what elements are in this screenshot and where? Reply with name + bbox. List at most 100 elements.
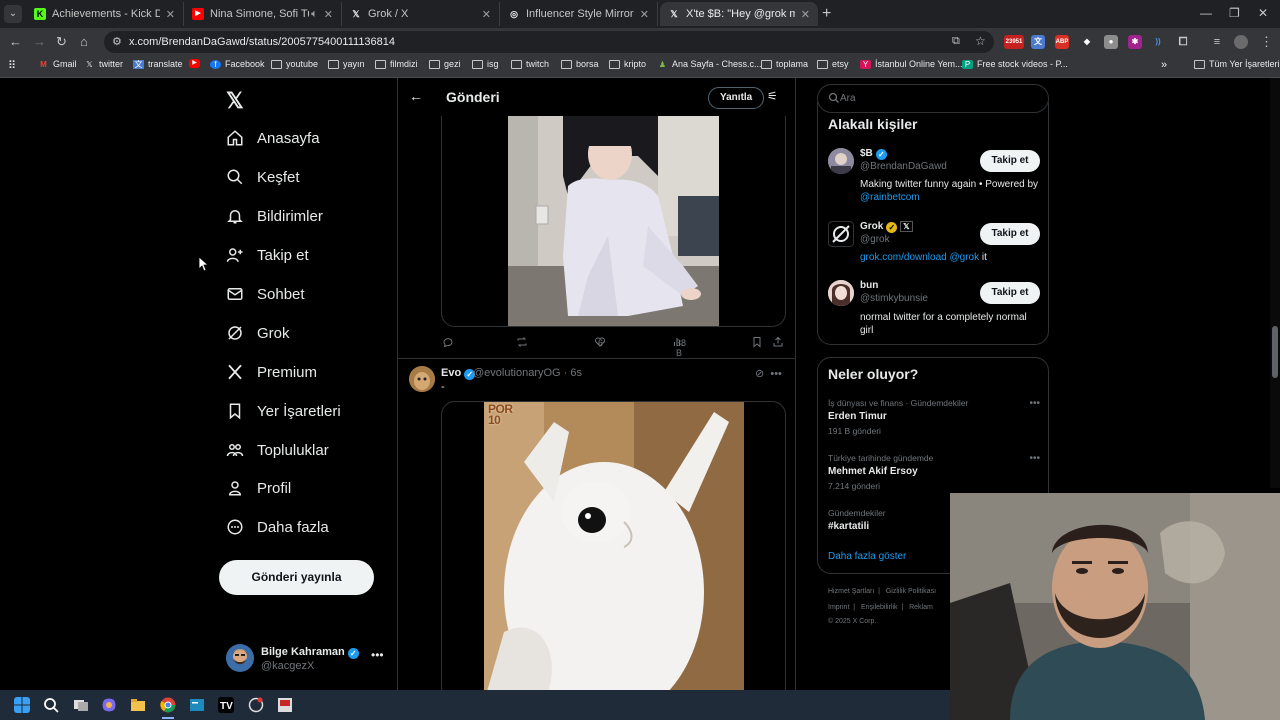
bookmark-folder-youtube[interactable]: youtube bbox=[271, 59, 318, 69]
bookmark-translate[interactable]: 文 translate bbox=[133, 59, 183, 69]
person-bun[interactable]: bun @stimkybunsie Takip et normal twitte… bbox=[828, 280, 1040, 340]
footer-link[interactable]: Imprint bbox=[828, 604, 849, 611]
install-app-icon[interactable]: ⧉ bbox=[952, 35, 960, 48]
more-bookmarks-chevron-icon[interactable]: » bbox=[1161, 59, 1167, 71]
more-options-icon[interactable]: ••• bbox=[770, 368, 782, 380]
settings-sliders-icon[interactable]: ⚟ bbox=[767, 89, 778, 103]
bio-link[interactable]: @grok bbox=[950, 252, 980, 263]
post-button[interactable]: Gönderi yayınla bbox=[219, 560, 374, 595]
tab-influencer[interactable]: ◎ Influencer Style Mirror Selfie Im ✕ bbox=[500, 2, 658, 26]
nav-notifications[interactable]: Bildirimler bbox=[226, 207, 323, 225]
close-tab-icon[interactable]: ✕ bbox=[166, 8, 175, 21]
tab-search-button[interactable]: ⌄ bbox=[4, 5, 22, 23]
bookmark-stock-videos[interactable]: P Free stock videos - P... bbox=[962, 59, 1068, 69]
bookmark-folder-toplama[interactable]: toplama bbox=[761, 59, 808, 69]
x-logo-icon[interactable]: 𝕏 bbox=[226, 88, 244, 114]
extension-icon[interactable]: ● bbox=[1104, 35, 1118, 49]
bookmark-folder-yayin[interactable]: yayın bbox=[328, 59, 365, 69]
footer-link[interactable]: Reklam bbox=[909, 604, 933, 611]
person-sb[interactable]: $B ✓ @BrendanDaGawd Takip et Making twitt… bbox=[828, 148, 1040, 208]
app-icon[interactable] bbox=[248, 697, 264, 713]
account-switcher[interactable]: Bilge Kahraman ✓ @kacgezX ••• bbox=[226, 644, 386, 674]
terminal-icon[interactable] bbox=[189, 697, 205, 713]
nav-bookmarks[interactable]: Yer İşaretleri bbox=[226, 402, 341, 420]
tab-youtube-music[interactable]: ▶ Nina Simone, Sofi Tukker - 🔈︎ ✕ bbox=[184, 2, 342, 26]
close-tab-icon[interactable]: ✕ bbox=[801, 8, 810, 21]
footer-link[interactable]: Hizmet Şartları bbox=[828, 588, 874, 595]
apps-grid-icon[interactable]: ⠿ bbox=[8, 59, 16, 72]
bookmark-facebook[interactable]: f Facebook bbox=[210, 59, 265, 69]
nav-more[interactable]: Daha fazla bbox=[226, 518, 329, 536]
tab-grok[interactable]: 𝕏 Grok / X ✕ bbox=[342, 2, 500, 26]
nav-explore[interactable]: Keşfet bbox=[226, 168, 300, 186]
post-media-image[interactable] bbox=[441, 116, 786, 327]
close-tab-icon[interactable]: ✕ bbox=[324, 8, 333, 21]
bio-link[interactable]: @rainbetcom bbox=[860, 192, 920, 203]
bookmark-folder-filmdizi[interactable]: filmdizi bbox=[375, 59, 418, 69]
chrome-icon[interactable] bbox=[160, 697, 176, 713]
nav-messages[interactable]: Sohbet bbox=[226, 285, 305, 303]
bookmark-istanbul[interactable]: Y İstanbul Online Yem... bbox=[860, 59, 963, 69]
tab-active-post[interactable]: 𝕏 X'te $B: "Hey @grok make her ✕ bbox=[660, 2, 818, 26]
profile-avatar[interactable] bbox=[1234, 35, 1248, 49]
back-arrow-icon[interactable]: ← bbox=[409, 88, 423, 104]
address-bar[interactable]: ⚙ x.com/BrendanDaGawd/status/20057754001… bbox=[104, 31, 994, 53]
bookmark-twitter[interactable]: 𝕏twitter bbox=[84, 59, 123, 69]
author-handle[interactable]: @evolutionaryOG bbox=[473, 367, 561, 379]
file-explorer-icon[interactable] bbox=[130, 697, 146, 713]
extensions-puzzle-icon[interactable]: ⧠ bbox=[1176, 35, 1190, 49]
badge-extension-icon[interactable]: 23951 bbox=[1004, 35, 1024, 49]
trend-item[interactable]: Türkiye tarihinde gündemde Mehmet Akif E… bbox=[828, 453, 1040, 491]
more-options-icon[interactable]: ••• bbox=[1029, 453, 1040, 464]
back-arrow-icon[interactable]: ← bbox=[9, 34, 22, 49]
bookmark-all[interactable]: Tüm Yer İşaretleri bbox=[1194, 59, 1280, 69]
translate-extension-icon[interactable]: 文 bbox=[1031, 35, 1045, 49]
tweet-media-image[interactable]: POR 10 bbox=[441, 401, 786, 690]
home-icon[interactable]: ⌂ bbox=[80, 34, 88, 49]
more-options-icon[interactable]: ••• bbox=[1029, 398, 1040, 409]
bookmark-folder-kripto[interactable]: kripto bbox=[609, 59, 646, 69]
nav-follow[interactable]: Takip et bbox=[226, 246, 309, 264]
reload-icon[interactable]: ↻ bbox=[56, 34, 67, 50]
bio-link[interactable]: grok.com/download bbox=[860, 252, 947, 263]
person-grok[interactable]: Grok ✓ 𝕏 @grok Takip et grok.com/download… bbox=[828, 221, 1040, 266]
reading-list-icon[interactable]: ≡ bbox=[1210, 35, 1224, 49]
reply-icon[interactable] bbox=[442, 336, 454, 348]
follow-button[interactable]: Takip et bbox=[980, 150, 1040, 172]
reply-tweet[interactable]: Evo ✓ @evolutionaryOG · 6s ⊘ ••• - POR 1… bbox=[398, 359, 795, 690]
nav-profile[interactable]: Profil bbox=[226, 479, 291, 497]
app-icon[interactable] bbox=[277, 697, 293, 713]
close-tab-icon[interactable]: ✕ bbox=[482, 8, 491, 21]
nav-communities[interactable]: Topluluklar bbox=[226, 441, 329, 459]
share-icon[interactable] bbox=[772, 336, 784, 348]
close-window-button[interactable]: ✕ bbox=[1258, 6, 1268, 20]
tab-kick[interactable]: K Achievements - Kick Dashboard ✕ bbox=[26, 2, 184, 26]
show-more-link[interactable]: Daha fazla göster bbox=[828, 551, 906, 562]
nav-home[interactable]: Anasayfa bbox=[226, 129, 320, 147]
bookmark-folder-gezi[interactable]: gezi bbox=[429, 59, 461, 69]
bookmark-star-icon[interactable]: ☆ bbox=[975, 34, 986, 48]
post-time[interactable]: 6s bbox=[570, 367, 582, 379]
forward-arrow-icon[interactable]: → bbox=[33, 34, 46, 49]
nav-grok[interactable]: Grok bbox=[226, 324, 290, 342]
bookmark-icon[interactable] bbox=[751, 336, 763, 348]
site-info-icon[interactable]: ⚙ bbox=[112, 35, 122, 48]
scrollbar-track[interactable] bbox=[1270, 78, 1280, 488]
search-icon[interactable] bbox=[43, 697, 59, 713]
footer-link[interactable]: Erişilebilirlik bbox=[861, 604, 898, 611]
bookmark-youtube[interactable]: ▶ bbox=[189, 59, 204, 68]
follow-button[interactable]: Takip et bbox=[980, 223, 1040, 245]
copilot-icon[interactable] bbox=[101, 697, 117, 713]
views-button[interactable]: 38 B bbox=[672, 336, 686, 358]
task-view-icon[interactable] bbox=[73, 697, 89, 713]
follow-button[interactable]: Takip et bbox=[980, 282, 1040, 304]
restore-button[interactable]: ❐ bbox=[1229, 6, 1240, 20]
more-options-icon[interactable]: ••• bbox=[371, 648, 384, 662]
new-tab-button[interactable]: + bbox=[822, 5, 831, 23]
author-name[interactable]: Evo ✓ bbox=[441, 367, 476, 380]
nav-premium[interactable]: Premium bbox=[226, 363, 317, 381]
close-tab-icon[interactable]: ✕ bbox=[640, 8, 649, 21]
bookmark-folder-isg[interactable]: isg bbox=[472, 59, 499, 69]
speaker-icon[interactable]: 🔈︎ bbox=[311, 8, 318, 21]
reply-button[interactable]: Yanıtla bbox=[708, 87, 765, 109]
